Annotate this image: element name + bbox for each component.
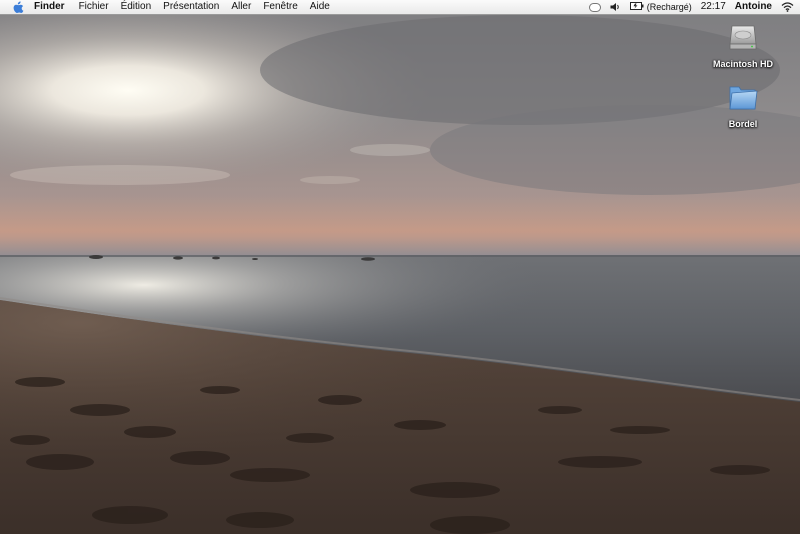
menu-presentation[interactable]: Présentation bbox=[157, 0, 225, 14]
menu-clock[interactable]: 22:17 bbox=[701, 0, 726, 14]
volume-icon[interactable] bbox=[610, 2, 621, 12]
menu-aide[interactable]: Aide bbox=[304, 0, 336, 14]
hard-drive-icon bbox=[728, 20, 758, 57]
folder-icon bbox=[727, 82, 759, 117]
menu-bar-left: Finder Fichier Édition Présentation Alle… bbox=[0, 0, 336, 14]
apple-menu-icon[interactable] bbox=[12, 1, 24, 13]
display-mirror-icon[interactable] bbox=[588, 2, 601, 12]
menu-fichier[interactable]: Fichier bbox=[73, 0, 115, 14]
menu-edition[interactable]: Édition bbox=[115, 0, 158, 14]
menu-finder[interactable]: Finder bbox=[34, 0, 73, 14]
battery-status[interactable]: (Rechargé) bbox=[629, 0, 692, 14]
user-menu[interactable]: Antoine bbox=[735, 0, 772, 14]
menu-bar: Finder Fichier Édition Présentation Alle… bbox=[0, 0, 800, 15]
battery-icon bbox=[629, 0, 644, 14]
desktop-icon-label: Macintosh HD bbox=[712, 59, 773, 69]
menu-fenetre[interactable]: Fenêtre bbox=[257, 0, 303, 14]
desktop-icon-bordel[interactable]: Bordel bbox=[708, 82, 778, 129]
battery-text: (Rechargé) bbox=[646, 2, 692, 12]
wifi-icon[interactable] bbox=[781, 2, 794, 12]
desktop-icon-label: Bordel bbox=[728, 119, 758, 129]
menu-aller[interactable]: Aller bbox=[225, 0, 257, 14]
desktop[interactable]: Finder Fichier Édition Présentation Alle… bbox=[0, 0, 800, 534]
desktop-wallpaper bbox=[0, 0, 800, 534]
menu-bar-status: (Rechargé) 22:17 Antoine bbox=[588, 0, 800, 14]
desktop-icon-macintosh-hd[interactable]: Macintosh HD bbox=[708, 20, 778, 69]
